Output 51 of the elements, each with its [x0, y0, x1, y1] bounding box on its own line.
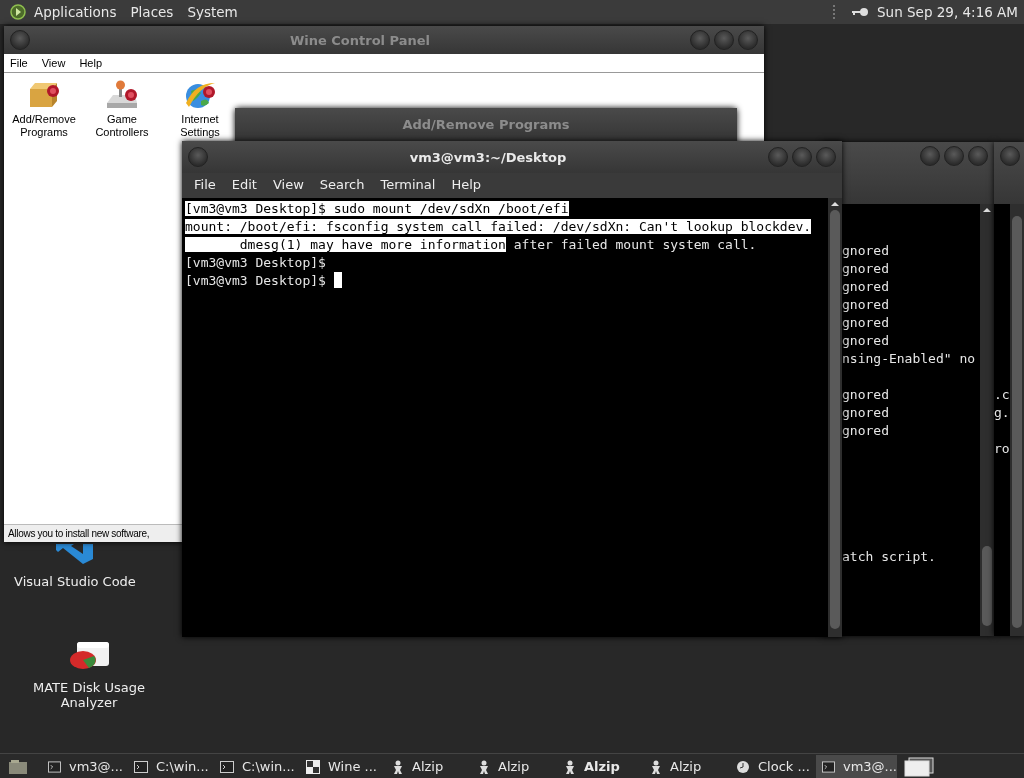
taskbar-button[interactable]: C:\win...: [214, 755, 295, 778]
terminal-text: dmesg(1) may have more information: [185, 237, 506, 252]
terminal-line: gnored: [842, 242, 890, 260]
terminal-text: [vm3@vm3 Desktop]$: [185, 273, 327, 288]
terminal-line: gnored: [842, 260, 890, 278]
window-title: Wine Control Panel: [288, 32, 432, 48]
taskbar-button[interactable]: Alzip: [386, 755, 467, 778]
taskbar-button[interactable]: Alzip: [558, 755, 639, 778]
terminal-line: gnored: [842, 404, 890, 422]
terminal-line: gnored: [842, 296, 890, 314]
desktop-icon-label[interactable]: MATE Disk Usage Analyzer: [29, 680, 149, 710]
terminal-text: [vm3@vm3 Desktop]$ sudo mount /dev/sdXn /boot/efi: [185, 201, 569, 216]
terminal-line: gnored: [842, 386, 890, 404]
applet-label[interactable]: Add/Remove Programs: [8, 113, 80, 139]
taskbar-button[interactable]: C:\win...: [128, 755, 209, 778]
desktop-icon-label[interactable]: Visual Studio Code: [14, 574, 136, 589]
menu-item[interactable]: Edit: [225, 175, 267, 194]
menu-item[interactable]: Help: [79, 57, 102, 69]
panel-menu[interactable]: Applications: [34, 4, 117, 20]
terminal-text: [vm3@vm3 Desktop]$: [185, 255, 326, 270]
menu-item[interactable]: Terminal: [374, 175, 446, 194]
terminal-line: gnored: [842, 278, 890, 296]
menu-item[interactable]: View: [41, 57, 66, 69]
menu-item[interactable]: Help: [445, 175, 492, 194]
terminal-line: atch script.: [842, 548, 937, 566]
terminal-line: nsing-Enabled" no: [842, 350, 977, 368]
menu-item[interactable]: File: [10, 57, 28, 69]
terminal-line: ro: [994, 440, 1010, 458]
window-title: vm3@vm3:~/Desktop: [408, 149, 568, 165]
taskbar-button[interactable]: vm3@...: [42, 755, 123, 778]
taskbar-button[interactable]: Alzip: [644, 755, 725, 778]
terminal-line: gnored: [842, 422, 890, 440]
applet-label[interactable]: Internet Settings: [164, 113, 236, 139]
window-title: Add/Remove Programs: [401, 116, 571, 132]
taskbar-button[interactable]: Alzip: [472, 755, 553, 778]
terminal-line: gnored: [842, 332, 890, 350]
terminal-text: mount: /boot/efi: fsconfig system call failed: /dev/sdXn: Can't lookup blockdev.: [185, 219, 812, 234]
terminal-line: g.: [994, 404, 1010, 422]
applet-label[interactable]: Game Controllers: [86, 113, 158, 139]
panel-clock[interactable]: Sun Sep 29, 4:16 AM: [877, 4, 1018, 20]
taskbar-button[interactable]: vm3@...: [816, 755, 897, 778]
taskbar-button[interactable]: Wine ...: [300, 755, 381, 778]
panel-menu[interactable]: Places: [130, 4, 174, 20]
menu-item[interactable]: View: [266, 175, 314, 194]
panel-menu[interactable]: System: [187, 4, 238, 20]
terminal-line: .c: [994, 386, 1010, 404]
terminal-line: gnored: [842, 314, 890, 332]
terminal-text: after failed mount system call.: [512, 237, 757, 252]
menu-item[interactable]: File: [188, 175, 226, 194]
taskbar-button[interactable]: Clock ...: [730, 755, 811, 778]
menu-item[interactable]: Search: [313, 175, 375, 194]
